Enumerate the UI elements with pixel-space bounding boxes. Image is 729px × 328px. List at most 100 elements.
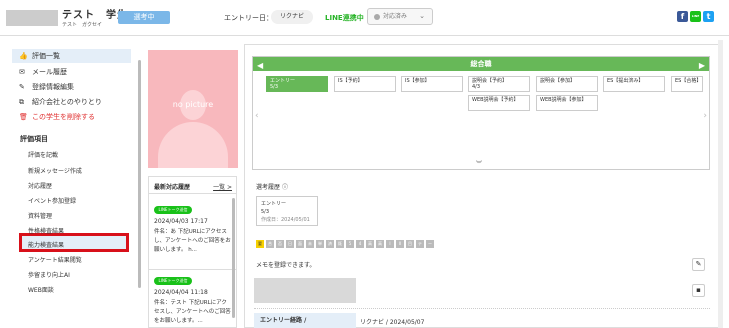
- tag-button[interactable]: 単: [316, 240, 324, 248]
- chevron-right-icon[interactable]: ›: [703, 111, 707, 121]
- tag-button[interactable]: 既: [336, 240, 344, 248]
- tag-button[interactable]: 目: [406, 240, 414, 248]
- sidebar-item-edit-info[interactable]: ✎ 登録情報編集: [12, 80, 131, 94]
- divider: [149, 193, 236, 194]
- divider: [149, 269, 236, 270]
- sidebar-item-evaluations[interactable]: 👍 評価一覧: [12, 49, 131, 63]
- stage-is-reserve[interactable]: IS【予約】: [334, 76, 396, 92]
- eval-item[interactable]: WEB面談: [28, 285, 54, 294]
- no-picture-label: no picture: [172, 100, 214, 109]
- tag-button[interactable]: Ⅰ: [386, 240, 394, 248]
- sidebar-item-delete[interactable]: 🗑 この学生を削除する: [12, 110, 131, 124]
- tag-button[interactable]: 要: [256, 240, 264, 248]
- selection-history-card[interactable]: エントリー 5/3 作成日：2024/05/01: [256, 196, 318, 226]
- eval-item[interactable]: イベント参加登録: [28, 196, 76, 205]
- line-status: LINE連携中: [325, 14, 364, 22]
- stage-entry[interactable]: エントリー 5/3: [266, 76, 328, 92]
- stage-sub: 4/3: [472, 84, 481, 90]
- thumbs-up-icon: 👍: [19, 52, 28, 60]
- sidebar-item-label: 紹介会社とのやりとり: [32, 98, 102, 106]
- flow-title: ◀ 総合職 ▶: [253, 57, 709, 71]
- tag-button[interactable]: テ: [416, 240, 424, 248]
- attachment-placeholder: [254, 278, 356, 303]
- expand-chevron-icon[interactable]: ︾: [476, 159, 482, 168]
- stage-es-submitted[interactable]: ES【提出済み】: [603, 76, 665, 92]
- status-dot-icon: [374, 13, 380, 20]
- stage-label: WEB説明会【参加】: [540, 97, 587, 103]
- sidebar-item-label: この学生を削除する: [32, 113, 95, 121]
- page-scrollbar[interactable]: [718, 40, 723, 328]
- stack-icon: ▪: [696, 286, 701, 294]
- stage-web-briefing-reserve[interactable]: WEB説明会【予約】: [468, 95, 530, 111]
- selection-flow: ◀ 総合職 ▶ ‹ › エントリー 5/3 IS【予約】 IS【参加】 説明会【予…: [252, 56, 710, 170]
- stage-is-attend[interactable]: IS【参加】: [401, 76, 463, 92]
- recent-history-panel: 最新対応履歴 一覧 > LINEトーク送信 2024/04/03 17:17 件…: [148, 176, 237, 328]
- avatar-placeholder: [6, 10, 58, 26]
- eval-item-ability[interactable]: 能力検査結果: [28, 240, 64, 249]
- sidebar-item-agency[interactable]: ⧉ 紹介会社とのやりとり: [12, 95, 131, 109]
- eval-item[interactable]: 性格検査結果: [28, 226, 64, 235]
- stage-briefing-attend[interactable]: 説明会【参加】: [536, 76, 598, 92]
- facebook-icon[interactable]: f: [677, 11, 688, 22]
- eval-item[interactable]: アンケート結果閲覧: [28, 255, 82, 264]
- tag-button[interactable]: 面: [296, 240, 304, 248]
- tag-button[interactable]: 4: [356, 240, 364, 248]
- trash-icon: 🗑: [19, 113, 28, 121]
- selection-history-label: 選考履歴: [256, 184, 281, 191]
- eval-item[interactable]: 資料管理: [28, 211, 52, 220]
- profile-picture: no picture: [148, 50, 238, 168]
- entry-route-value: リクナビ / 2024/05/07: [360, 319, 425, 326]
- history-more-link[interactable]: 一覧 >: [213, 182, 232, 191]
- dotted-divider: [254, 308, 710, 309]
- pencil-icon: ✎: [19, 83, 25, 91]
- tag-button[interactable]: 合: [266, 240, 274, 248]
- line-tag-badge: LINEトーク送信: [154, 206, 192, 214]
- triangle-right-icon[interactable]: ▶: [699, 59, 705, 73]
- chevron-down-icon: ⌄: [419, 12, 425, 20]
- tag-button[interactable]: 日: [286, 240, 294, 248]
- triangle-left-icon[interactable]: ◀: [257, 59, 263, 73]
- sidebar-item-label: 登録情報編集: [32, 83, 74, 91]
- tag-button[interactable]: 高: [366, 240, 374, 248]
- stage-label: ES【提出済み】: [607, 78, 644, 84]
- tag-button[interactable]: 未: [306, 240, 314, 248]
- chevron-left-icon[interactable]: ‹: [255, 111, 259, 121]
- sidebar-item-mail-history[interactable]: ✉ メール履歴: [12, 65, 131, 79]
- help-icon[interactable]: ⓘ: [282, 184, 288, 191]
- edit-memo-button[interactable]: ✎: [692, 258, 705, 271]
- tag-button[interactable]: 高: [376, 240, 384, 248]
- status-badge: 選考中: [118, 11, 170, 24]
- attach-button[interactable]: ▪: [692, 284, 705, 297]
- history-time: 2024/04/04 11:18: [154, 289, 208, 296]
- memo-placeholder[interactable]: メモを登録できます。: [256, 260, 315, 269]
- sidebar-scrollbar[interactable]: [138, 60, 141, 288]
- line-icon[interactable]: LINE: [690, 11, 701, 22]
- selection-history-title: 選考履歴 ⓘ: [256, 182, 288, 191]
- tag-button[interactable]: 5: [346, 240, 354, 248]
- stage-web-briefing-attend[interactable]: WEB説明会【参加】: [536, 95, 598, 111]
- tag-button[interactable]: 否: [276, 240, 284, 248]
- pencil-icon: ✎: [695, 260, 702, 268]
- eval-item[interactable]: 評価を記載: [28, 150, 58, 159]
- tag-button[interactable]: Ⅱ: [396, 240, 404, 248]
- history-text[interactable]: 件名：あ 下記URLにアクセスし、アンケートへのご回答をお願いします。 h...: [154, 228, 232, 255]
- eval-item[interactable]: 対応履歴: [28, 181, 52, 190]
- stage-es-pass[interactable]: ES【合格】: [671, 76, 703, 92]
- history-time: 2024/04/03 17:17: [154, 218, 208, 225]
- twitter-icon[interactable]: t: [703, 11, 714, 22]
- stage-briefing-reserve[interactable]: 説明会【予約】 4/3: [468, 76, 530, 92]
- source-badge: リクナビ: [271, 10, 313, 24]
- sidebar-item-label: 評価一覧: [32, 52, 60, 60]
- history-text[interactable]: 件名：テスト 下記URLにアクセスし、アンケートへのご回答をお願いします。...: [154, 299, 232, 326]
- eval-item[interactable]: 新規メッセージ作成: [28, 166, 82, 175]
- student-kana: テスト ガクセイ: [62, 22, 103, 28]
- tag-button[interactable]: ー: [426, 240, 434, 248]
- eval-item[interactable]: 歩留まり向上AI: [28, 270, 70, 279]
- history-scrollbar[interactable]: [232, 198, 235, 318]
- response-status-select[interactable]: 対応済み ⌄: [367, 8, 433, 25]
- header: テスト 学生 テスト ガクセイ 選考中 エントリー日：2024/5/7 リクナビ…: [0, 0, 729, 36]
- person-body-icon: [158, 122, 228, 168]
- card-created: 作成日：2024/05/01: [261, 217, 310, 223]
- copy-icon: ⧉: [19, 98, 24, 106]
- tag-button[interactable]: 済: [326, 240, 334, 248]
